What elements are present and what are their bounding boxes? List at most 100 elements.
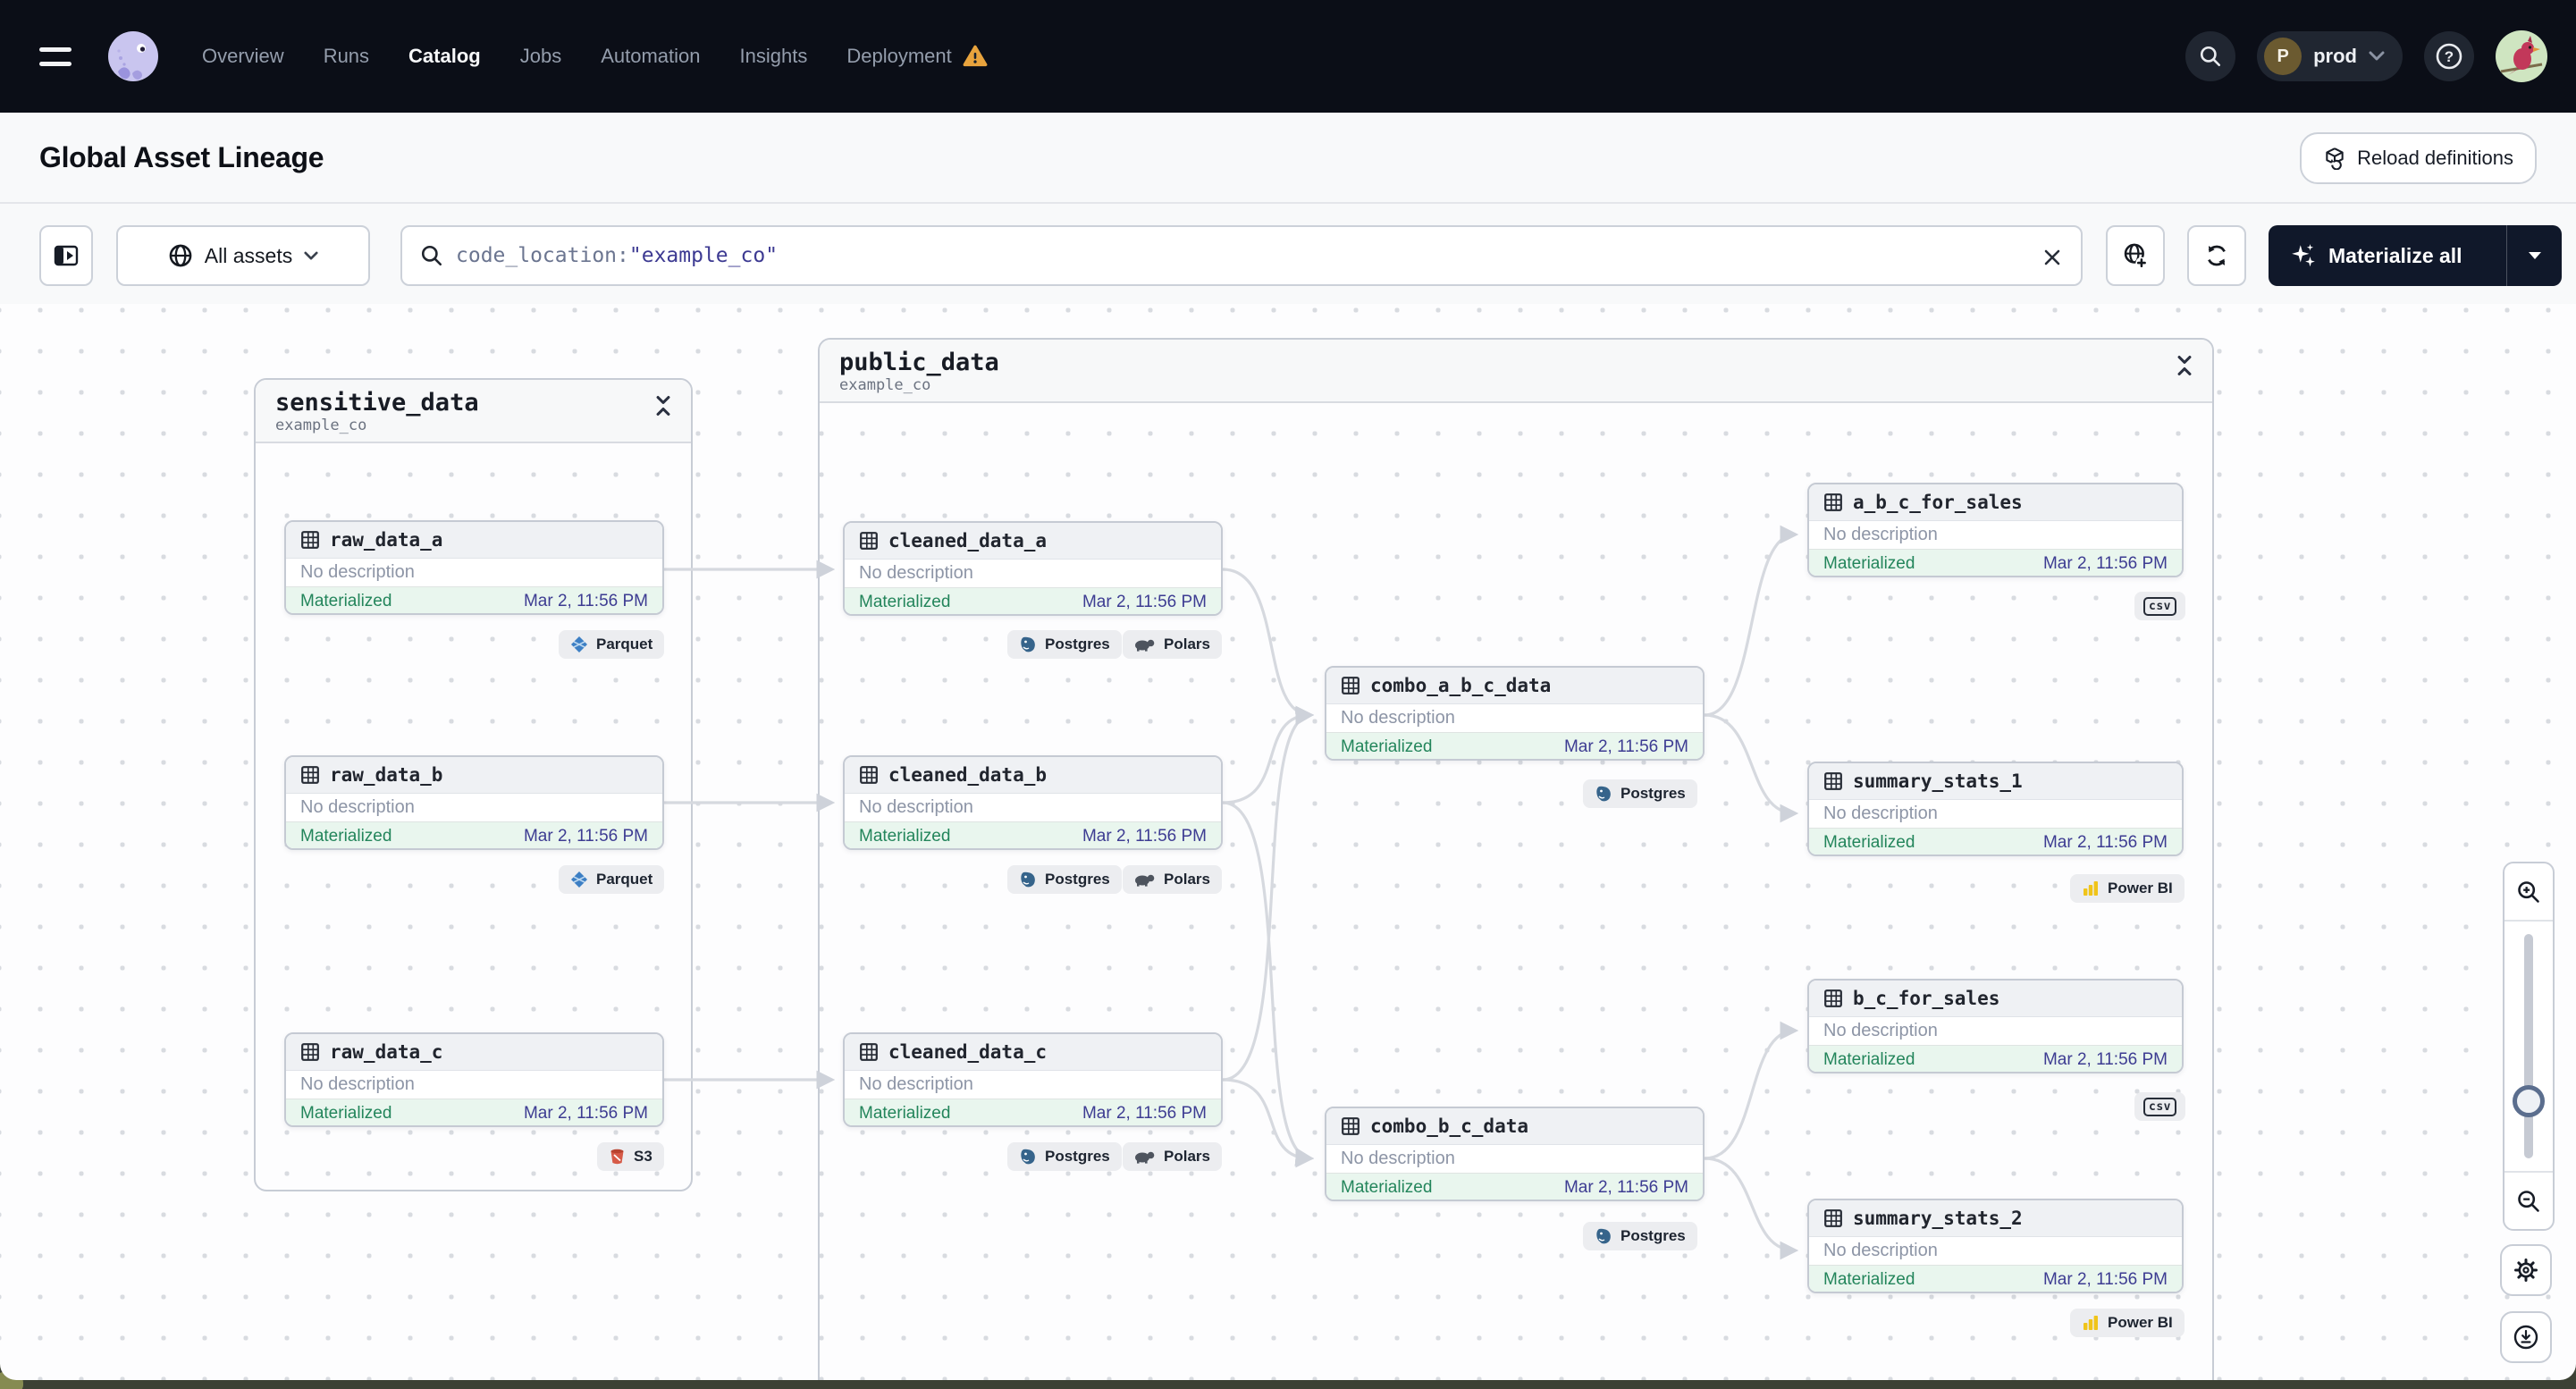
zoom-in-icon — [2518, 880, 2539, 903]
group-header[interactable]: sensitive_data example_co — [256, 380, 691, 444]
clear-search-button[interactable] — [2036, 241, 2068, 274]
nav-item-runs[interactable]: Runs — [324, 45, 369, 68]
asset-node-raw-data-b[interactable]: raw_data_b No description Materialized Ma… — [284, 755, 664, 850]
kind-badge-powerbi: Power BI — [2070, 1309, 2185, 1337]
asset-node-b-c-for-sales[interactable]: b_c_for_sales No description Materialize… — [1807, 979, 2184, 1073]
kind-badge-polars: Polars — [1123, 630, 1222, 659]
deployment-switcher[interactable]: P prod — [2257, 31, 2403, 81]
nav-item-deployment[interactable]: Deployment — [846, 45, 988, 68]
materialize-options-caret[interactable] — [2506, 225, 2562, 286]
status-badge: Materialized — [300, 591, 392, 610]
warning-triangle-icon — [963, 45, 988, 67]
open-panel-button[interactable] — [39, 225, 93, 286]
asset-node-summary-stats-2[interactable]: summary_stats_2 No description Materiali… — [1807, 1199, 2184, 1293]
asset-node-cleaned-data-c[interactable]: cleaned_data_c No description Materializ… — [843, 1032, 1223, 1127]
materialization-timestamp[interactable]: Mar 2, 11:56 PM — [524, 592, 648, 611]
materialization-timestamp[interactable]: Mar 2, 11:56 PM — [524, 827, 648, 846]
nav-item-automation[interactable]: Automation — [601, 45, 700, 68]
menu-icon[interactable] — [39, 37, 79, 76]
status-badge: Materialized — [1341, 1177, 1433, 1197]
kind-badge-parquet: Parquet — [559, 865, 665, 894]
table-icon — [301, 766, 319, 784]
materialization-timestamp[interactable]: Mar 2, 11:56 PM — [1082, 593, 1207, 612]
deployment-name: prod — [2313, 45, 2357, 67]
reload-definitions-icon — [2326, 147, 2344, 170]
gear-icon — [2514, 1259, 2538, 1282]
materialization-timestamp[interactable]: Mar 2, 11:56 PM — [524, 1104, 648, 1124]
asset-node-cleaned-data-a[interactable]: cleaned_data_a No description Materializ… — [843, 521, 1223, 616]
csv-icon: csv — [2143, 596, 2176, 616]
asset-description: No description — [845, 1070, 1221, 1099]
panel-toggle-icon — [54, 245, 79, 266]
materialization-timestamp[interactable]: Mar 2, 11:56 PM — [2043, 1050, 2168, 1070]
collapse-group-icon[interactable] — [2175, 354, 2194, 377]
table-icon — [860, 1043, 878, 1061]
materialization-timestamp[interactable]: Mar 2, 11:56 PM — [2043, 554, 2168, 574]
chevron-down-icon — [304, 251, 318, 259]
materialization-timestamp[interactable]: Mar 2, 11:56 PM — [1564, 1178, 1688, 1198]
materialize-all-main[interactable]: Materialize all — [2269, 225, 2506, 286]
reload-definitions-button[interactable]: Reload definitions — [2300, 132, 2537, 184]
asset-search-input[interactable]: code_location:"example_co" — [400, 225, 2083, 286]
asset-node-summary-stats-1[interactable]: summary_stats_1 No description Materiali… — [1807, 762, 2184, 856]
page-title: Global Asset Lineage — [39, 140, 324, 173]
group-title: sensitive_data — [275, 389, 479, 417]
asset-node-combo-b-c-data[interactable]: combo_b_c_data No description Materializ… — [1325, 1107, 1705, 1201]
deployment-initial-badge: P — [2264, 38, 2302, 75]
zoom-slider-track[interactable] — [2524, 934, 2533, 1158]
lineage-canvas[interactable]: sensitive_data example_co public_data ex… — [0, 304, 2576, 1380]
nav-item-jobs[interactable]: Jobs — [520, 45, 561, 68]
asset-node-cleaned-data-b[interactable]: cleaned_data_b No description Materializ… — [843, 755, 1223, 850]
table-icon — [1342, 1117, 1360, 1135]
kind-badge-postgres: Postgres — [1583, 1222, 1697, 1250]
table-icon — [301, 531, 319, 549]
group-title: public_data — [839, 349, 999, 376]
dagster-logo-icon[interactable] — [105, 29, 161, 84]
collapse-group-icon[interactable] — [653, 394, 673, 417]
status-badge: Materialized — [859, 826, 951, 846]
search-button[interactable] — [2185, 31, 2236, 81]
materialization-timestamp[interactable]: Mar 2, 11:56 PM — [2043, 833, 2168, 853]
graph-settings-button[interactable] — [2500, 1244, 2552, 1296]
postgres-icon — [1021, 636, 1035, 652]
globe-plus-icon — [2124, 243, 2148, 269]
materialization-timestamp[interactable]: Mar 2, 11:56 PM — [1564, 737, 1688, 757]
postgres-icon — [1596, 1228, 1611, 1244]
csv-icon: csv — [2143, 1097, 2176, 1116]
nav-item-insights[interactable]: Insights — [740, 45, 808, 68]
download-image-button[interactable] — [2500, 1311, 2552, 1363]
materialization-timestamp[interactable]: Mar 2, 11:56 PM — [1082, 1104, 1207, 1124]
asset-node-combo-a-b-c-data[interactable]: combo_a_b_c_data No description Material… — [1325, 666, 1705, 761]
nav-item-overview[interactable]: Overview — [202, 45, 284, 68]
materialization-timestamp[interactable]: Mar 2, 11:56 PM — [2043, 1270, 2168, 1290]
asset-node-raw-data-a[interactable]: raw_data_a No description Materialized Ma… — [284, 520, 664, 615]
kind-badge-csv: csv — [2134, 592, 2185, 620]
status-badge: Materialized — [300, 826, 392, 846]
group-header[interactable]: public_data example_co — [820, 340, 2212, 404]
materialize-all-button[interactable]: Materialize all — [2269, 225, 2562, 286]
materialization-timestamp[interactable]: Mar 2, 11:56 PM — [1082, 827, 1207, 846]
new-asset-selection-button[interactable] — [2106, 225, 2165, 286]
globe-icon — [169, 244, 192, 267]
asset-description: No description — [1809, 799, 2182, 828]
user-avatar[interactable] — [2496, 30, 2547, 82]
refresh-button[interactable] — [2187, 225, 2246, 286]
zoom-in-button[interactable] — [2504, 863, 2553, 920]
polars-icon — [1135, 639, 1155, 652]
asset-scope-dropdown[interactable]: All assets — [116, 225, 370, 286]
kind-badge-postgres: Postgres — [1007, 630, 1122, 659]
search-icon — [2201, 46, 2221, 67]
lineage-toolbar: All assets code_location:"example_co" Ma… — [0, 204, 2576, 304]
asset-description: No description — [1809, 520, 2182, 549]
asset-node-raw-data-c[interactable]: raw_data_c No description Materialized Ma… — [284, 1032, 664, 1127]
status-badge: Materialized — [859, 592, 951, 611]
asset-description: No description — [845, 793, 1221, 821]
zoom-slider[interactable] — [2504, 920, 2553, 1173]
powerbi-icon — [2084, 881, 2098, 896]
zoom-out-button[interactable] — [2504, 1173, 2553, 1229]
nav-item-catalog[interactable]: Catalog — [408, 45, 481, 68]
help-button[interactable]: ? — [2424, 31, 2474, 81]
asset-node-a-b-c-for-sales[interactable]: a_b_c_for_sales No description Materiali… — [1807, 483, 2184, 577]
zoom-slider-handle[interactable] — [2513, 1085, 2545, 1117]
asset-description: No description — [1809, 1236, 2182, 1265]
